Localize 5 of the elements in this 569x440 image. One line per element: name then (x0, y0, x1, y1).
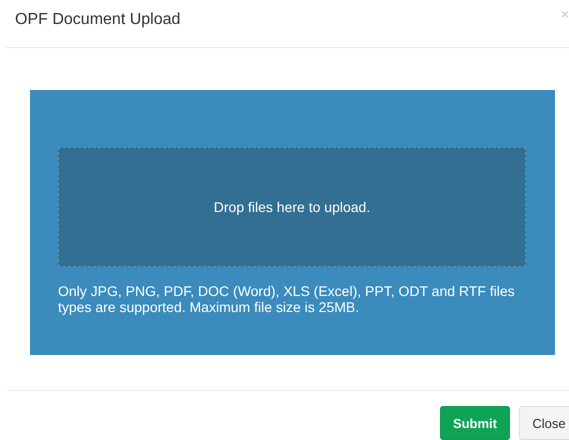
modal-title: OPF Document Upload (15, 10, 180, 30)
file-type-note: Only JPG, PNG, PDF, DOC (Word), XLS (Excel), PPT, ODT and RTF files types are supported. Maximum file size is 25MB. (58, 282, 516, 315)
close-button[interactable]: Close (519, 406, 569, 440)
dropzone[interactable]: Drop files here to upload. (58, 146, 526, 267)
submit-button[interactable]: Submit (440, 406, 510, 440)
